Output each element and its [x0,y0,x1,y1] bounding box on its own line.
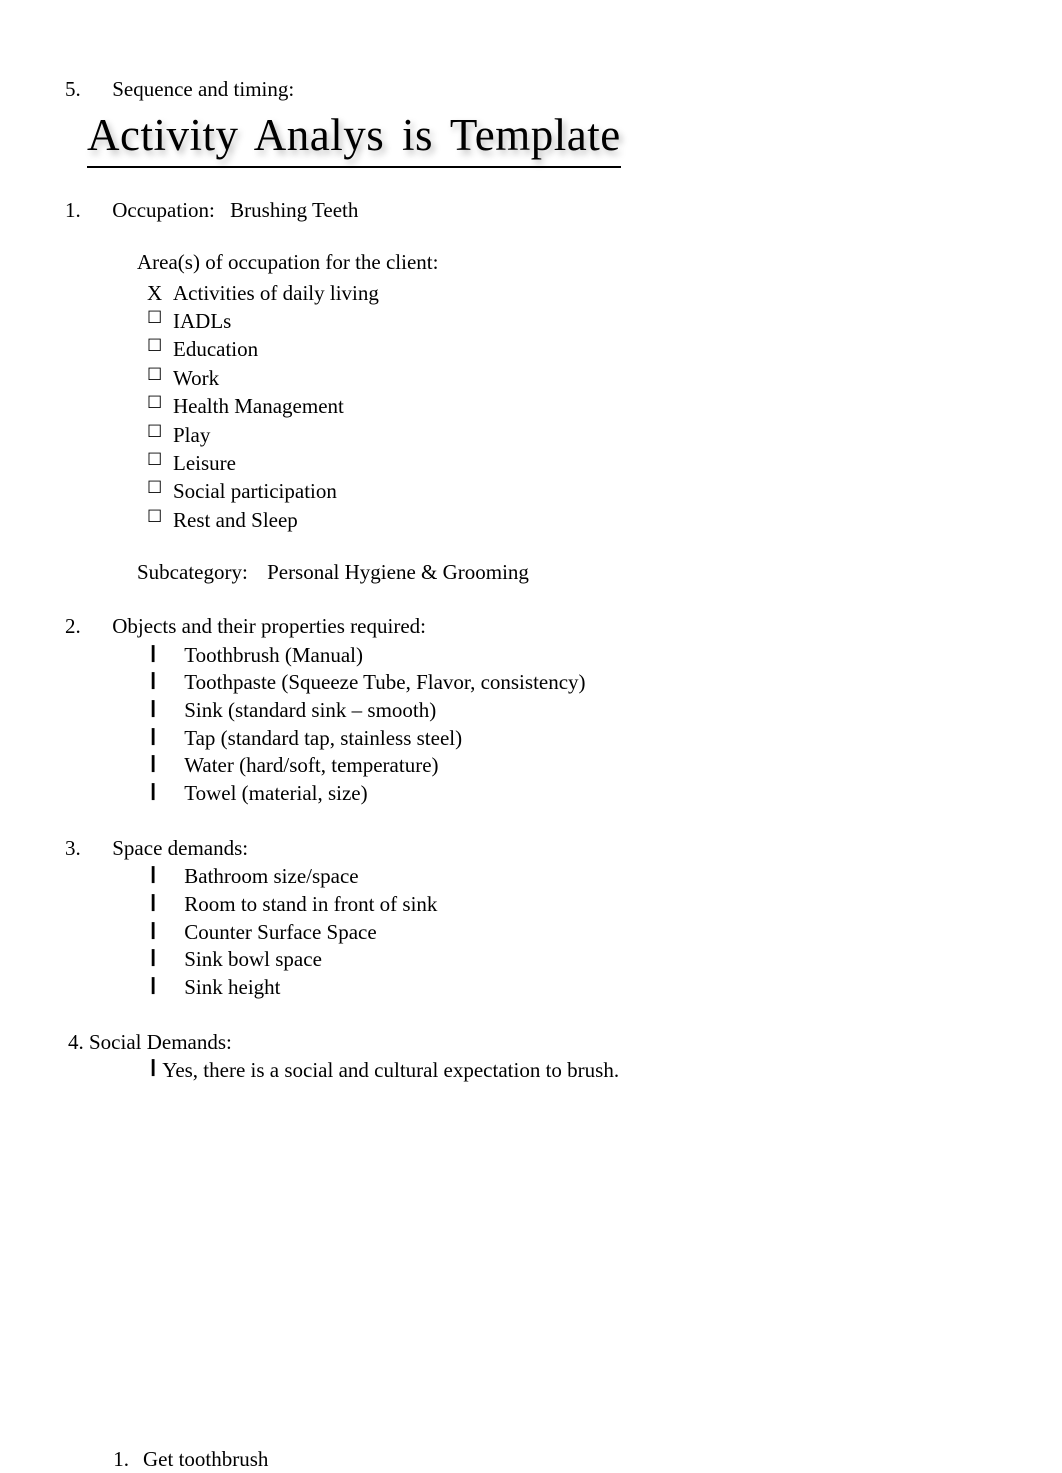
subcategory-value: Personal Hygiene & Grooming [267,558,529,586]
bullet-icon: ❙ [146,891,160,919]
list-item: ❙ Sink (standard sink – smooth) [146,697,997,725]
section-1-header: 1. Occupation: Brushing Teeth [65,196,997,224]
check-row: X Activities of daily living [147,279,997,307]
objects-list: ❙ Toothbrush (Manual) ❙ Toothpaste (Sque… [65,642,997,808]
step-text: Get toothbrush [143,1445,268,1473]
list-item-text: Water (hard/soft, temperature) [184,752,438,780]
check-label: Play [173,421,210,449]
areas-checklist: X Activities of daily living ☐ IADLs ☐ E… [65,279,997,534]
check-label: IADLs [173,307,231,335]
checkbox-icon: ☐ [147,421,167,449]
section-3-header: 3. Space demands: [65,834,997,862]
check-label: Leisure [173,449,236,477]
list-item: ❙ Tap (standard tap, stainless steel) [146,725,997,753]
list-item-text: Towel (material, size) [184,780,367,808]
check-row: ☐ Work [147,364,997,392]
section-2-heading: Objects and their properties required: [112,614,426,638]
bullet-icon: ❙ [146,863,160,891]
check-row: ☐ Health Management [147,392,997,420]
checkbox-icon: ☐ [147,364,167,392]
list-item-text: Sink (standard sink – smooth) [184,697,436,725]
list-item-text: Room to stand in front of sink [184,891,437,919]
step-row: 1. Get toothbrush [107,1445,997,1473]
areas-block: Area(s) of occupation for the client: X … [65,248,997,533]
steps-list: 1. Get toothbrush [65,1445,997,1473]
list-item: ❙ Room to stand in front of sink [146,891,997,919]
list-item: ❙ Counter Surface Space [146,919,997,947]
list-item-text: Toothbrush (Manual) [184,642,363,670]
list-item: ❙ Toothbrush (Manual) [146,642,997,670]
section-2-number: 2. [65,612,107,640]
section-2-header: 2. Objects and their properties required… [65,612,997,640]
list-item: ❙ Sink height [146,974,997,1002]
check-label: Education [173,335,258,363]
bullet-icon: ❙ [146,946,160,974]
bullet-icon: ❙ [146,1056,160,1084]
subcategory-line: Subcategory: Personal Hygiene & Grooming [65,558,997,586]
step-number: 1. [107,1445,129,1473]
space-demands-list: ❙ Bathroom size/space ❙ Room to stand in… [65,863,997,1002]
checkbox-icon: ☐ [147,506,167,534]
occupation-value: Brushing Teeth [230,196,358,224]
section-4-body: ❙ Yes, there is a social and cultural ex… [65,1056,997,1084]
list-item: ❙ Sink bowl space [146,946,997,974]
list-item: ❙ Bathroom size/space [146,863,997,891]
checkbox-icon: ☐ [147,392,167,420]
checkbox-icon: ☐ [147,449,167,477]
list-item-text: Counter Surface Space [184,919,376,947]
list-item: ❙ Towel (material, size) [146,780,997,808]
bullet-icon: ❙ [146,725,160,753]
sequence-timing-line: 5. Sequence and timing: [65,75,997,103]
section-5-label: Sequence and timing: [112,77,294,101]
section-3-heading: Space demands: [112,836,248,860]
checkbox-icon: ☐ [147,335,167,363]
check-label: Work [173,364,219,392]
section-1: 1. Occupation: Brushing Teeth Area(s) of… [65,196,997,586]
list-item-text: Sink bowl space [184,946,322,974]
checkbox-icon: ☐ [147,477,167,505]
bullet-icon: ❙ [146,752,160,780]
section-4: 4. Social Demands: ❙ Yes, there is a soc… [65,1028,997,1085]
page-title: Activity Analys is Template [87,105,621,168]
check-row: ☐ IADLs [147,307,997,335]
checkbox-icon: ☐ [147,307,167,335]
bullet-icon: ❙ [146,697,160,725]
subcategory-label: Subcategory: [137,558,248,586]
check-row: ☐ Play [147,421,997,449]
bullet-icon: ❙ [146,974,160,1002]
section-4-heading: 4. Social Demands: [65,1028,997,1056]
check-label: Rest and Sleep [173,506,298,534]
social-demands-text: Yes, there is a social and cultural expe… [162,1056,619,1084]
bullet-icon: ❙ [146,780,160,808]
section-1-number: 1. [65,196,107,224]
check-label: Activities of daily living [173,279,379,307]
section-2: 2. Objects and their properties required… [65,612,997,808]
list-item-text: Tap (standard tap, stainless steel) [184,725,462,753]
check-row: ☐ Social participation [147,477,997,505]
check-mark-x: X [147,279,167,307]
list-item: ❙ Water (hard/soft, temperature) [146,752,997,780]
section-3-number: 3. [65,834,107,862]
check-row: ☐ Leisure [147,449,997,477]
section-5-number: 5. [65,75,107,103]
title-container: Activity Analys is Template [65,105,997,168]
check-label: Social participation [173,477,337,505]
areas-heading: Area(s) of occupation for the client: [65,248,997,276]
check-row: ☐ Education [147,335,997,363]
bullet-icon: ❙ [146,669,160,697]
check-row: ☐ Rest and Sleep [147,506,997,534]
check-label: Health Management [173,392,344,420]
list-item: ❙ Toothpaste (Squeeze Tube, Flavor, cons… [146,669,997,697]
list-item-text: Toothpaste (Squeeze Tube, Flavor, consis… [184,669,585,697]
bullet-icon: ❙ [146,642,160,670]
occupation-label: Occupation: [112,196,215,224]
list-item-text: Sink height [184,974,280,1002]
bullet-icon: ❙ [146,919,160,947]
list-item-text: Bathroom size/space [184,863,358,891]
section-3: 3. Space demands: ❙ Bathroom size/space … [65,834,997,1002]
